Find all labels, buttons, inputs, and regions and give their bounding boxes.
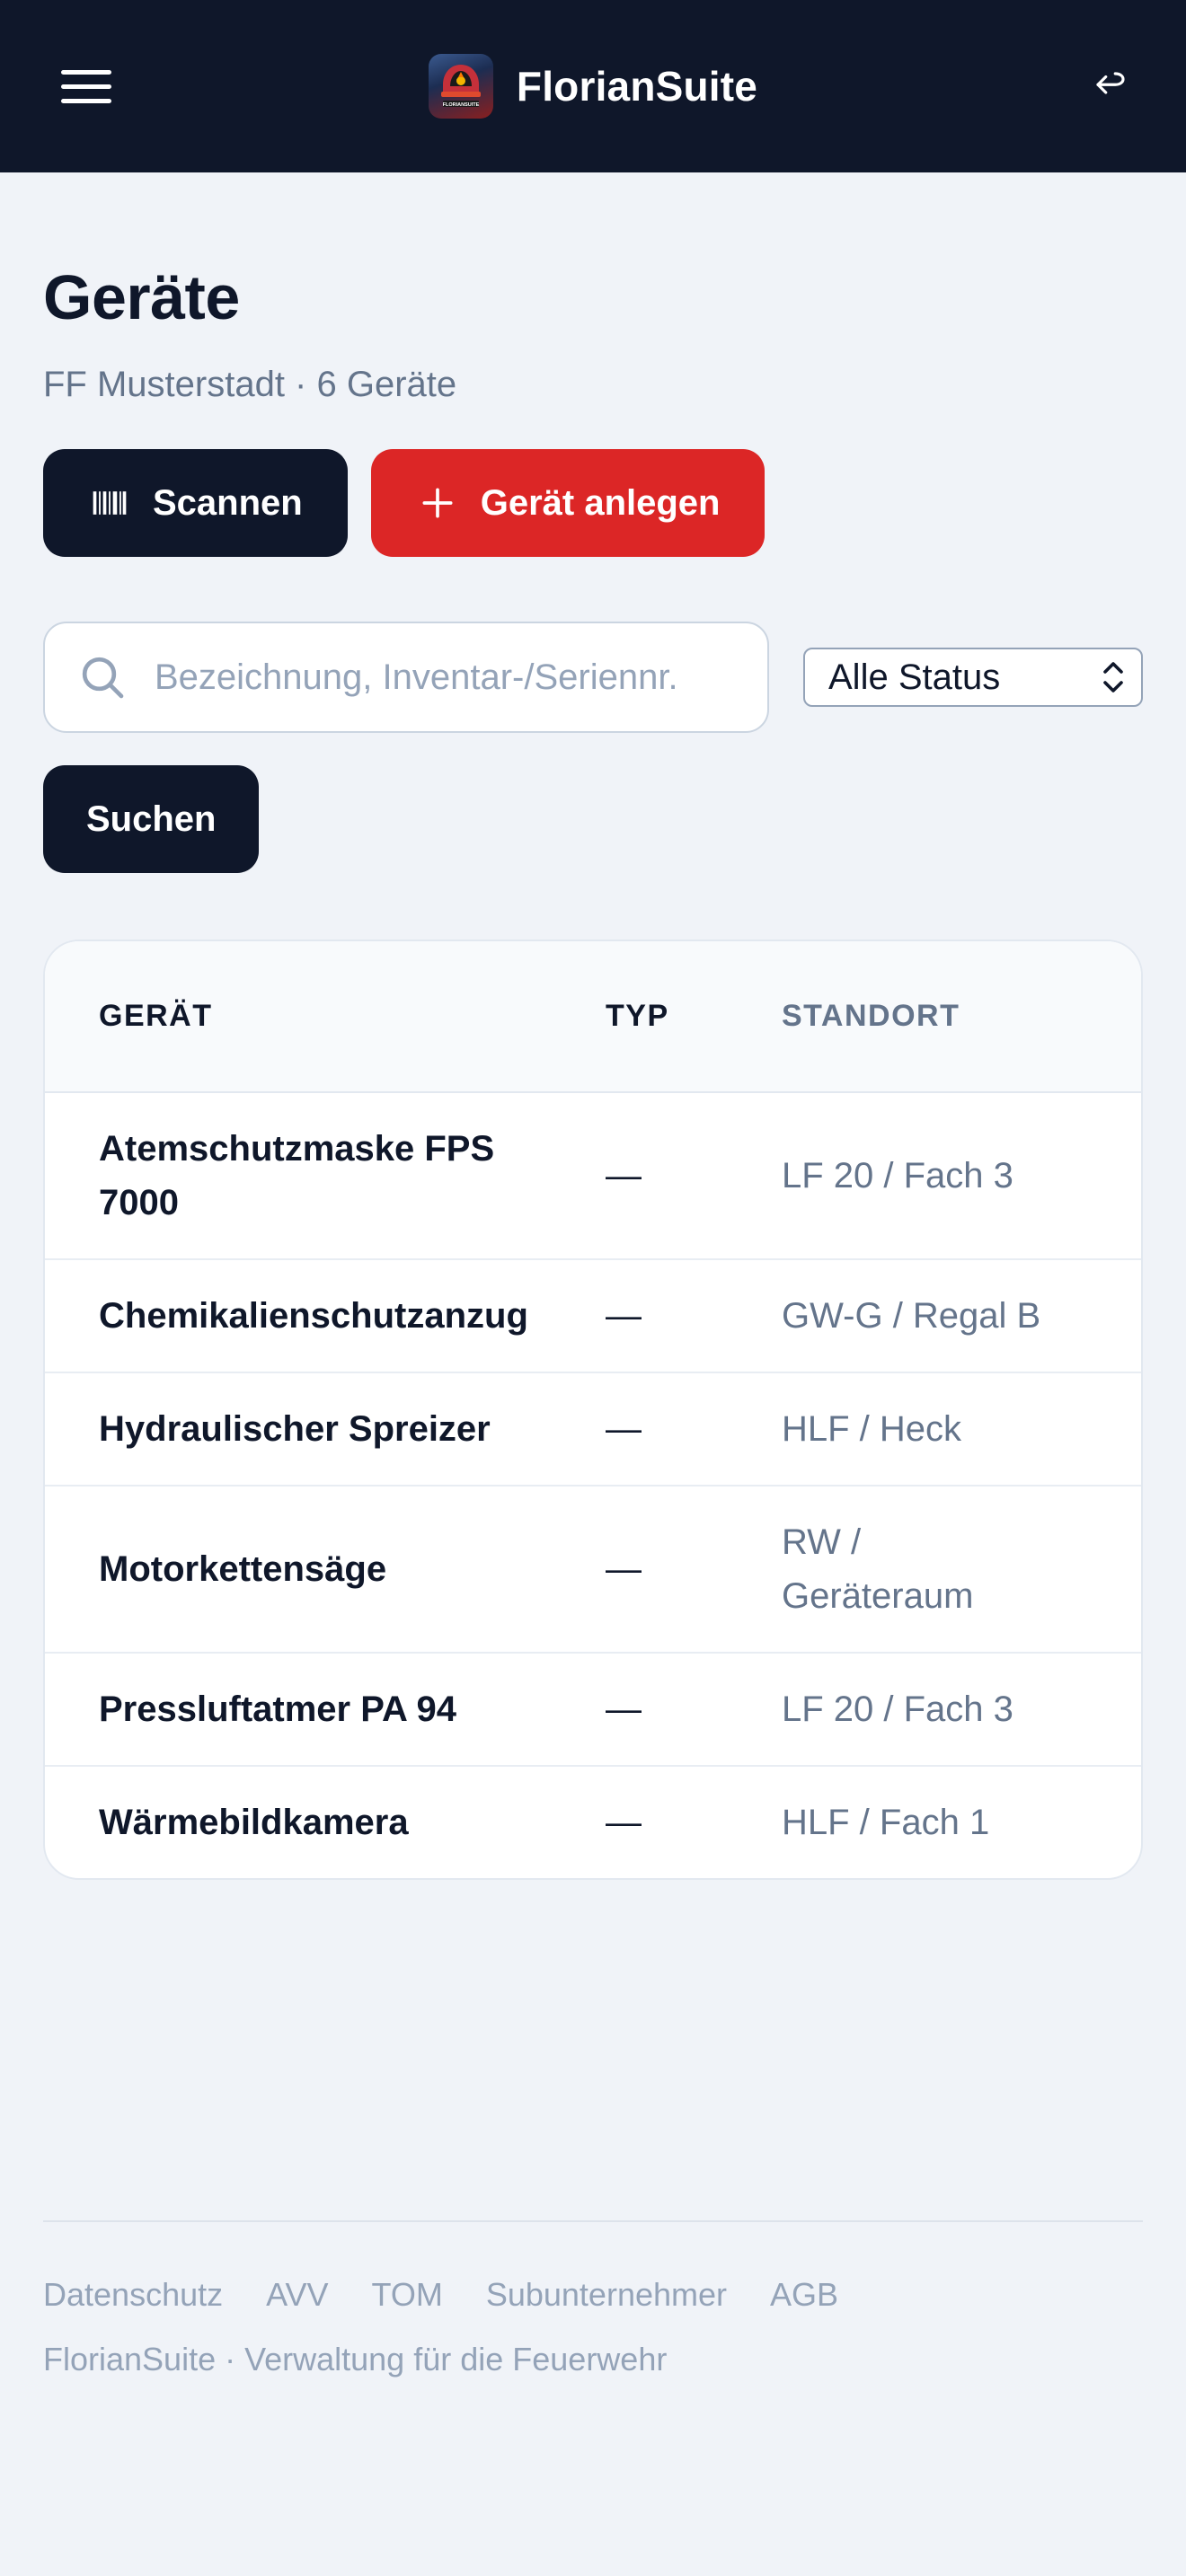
search-box <box>43 622 769 733</box>
page-subtitle: FF Musterstadt · 6 Geräte <box>43 365 457 404</box>
brand[interactable]: FLORIANSUITE FlorianSuite <box>428 54 758 119</box>
device-type: — <box>606 1549 642 1589</box>
device-type: — <box>606 1296 642 1336</box>
fire-helmet-logo-icon: FLORIANSUITE <box>428 54 493 119</box>
brand-name: FlorianSuite <box>516 63 758 110</box>
main-content: Geräte FF Musterstadt · 6 Geräte Scannen… <box>43 172 1143 1880</box>
table-row[interactable]: Wärmebildkamera — HLF / Fach 1 <box>45 1766 1141 1878</box>
action-row: Scannen Gerät anlegen <box>43 449 1143 557</box>
search-button-label: Suchen <box>86 798 217 839</box>
page-title: Geräte <box>43 262 240 332</box>
table-row[interactable]: Hydraulischer Spreizer — HLF / Heck <box>45 1372 1141 1486</box>
menu-icon-line <box>61 84 111 89</box>
status-select-value: Alle Status <box>828 657 1001 697</box>
barcode-icon <box>93 491 127 515</box>
device-name[interactable]: Atemschutzmaske FPS 7000 <box>45 1092 606 1259</box>
devices-table: GERÄT TYP STANDORT Atemschutzmaske FPS 7… <box>45 941 1141 1878</box>
plus-icon <box>422 488 453 518</box>
column-header-name[interactable]: GERÄT <box>45 941 606 1093</box>
column-header-standort[interactable]: STANDORT <box>782 941 1141 1093</box>
device-name[interactable]: Hydraulischer Spreizer <box>45 1372 606 1486</box>
table-row[interactable]: Pressluftatmer PA 94 — LF 20 / Fach 3 <box>45 1653 1141 1766</box>
logo-text: FLORIANSUITE <box>443 102 480 108</box>
device-type: — <box>606 1689 642 1729</box>
menu-button[interactable] <box>50 54 122 119</box>
device-name[interactable]: Chemikalienschutzanzug <box>45 1259 606 1372</box>
menu-icon-line <box>61 98 111 103</box>
footer-links: Datenschutz AVV TOM Subunternehmer AGB <box>43 2276 1143 2314</box>
search-button[interactable]: Suchen <box>43 765 260 873</box>
device-name[interactable]: Motorkettensäge <box>45 1486 606 1653</box>
device-location: HLF / Heck <box>782 1409 962 1449</box>
scan-button[interactable]: Scannen <box>43 449 348 557</box>
device-location: HLF / Fach 1 <box>782 1803 990 1842</box>
return-button[interactable] <box>1084 59 1137 113</box>
search-icon <box>82 657 124 699</box>
footer-link-avv[interactable]: AVV <box>266 2276 328 2314</box>
footer-link-datenschutz[interactable]: Datenschutz <box>43 2276 223 2314</box>
filter-row: Alle Status <box>43 622 1143 733</box>
table-row[interactable]: Atemschutzmaske FPS 7000 — LF 20 / Fach … <box>45 1092 1141 1259</box>
footer-link-tom[interactable]: TOM <box>371 2276 442 2314</box>
device-type: — <box>606 1409 642 1449</box>
chevron-up-down-icon <box>1103 662 1123 693</box>
menu-icon-line <box>61 69 111 75</box>
device-name[interactable]: Wärmebildkamera <box>45 1766 606 1878</box>
footer-link-subunternehmer[interactable]: Subunternehmer <box>486 2276 727 2314</box>
status-select[interactable]: Alle Status <box>803 648 1143 707</box>
devices-table-card: GERÄT TYP STANDORT Atemschutzmaske FPS 7… <box>43 940 1143 1880</box>
search-input[interactable] <box>155 657 739 698</box>
top-bar: FLORIANSUITE FlorianSuite <box>0 0 1186 172</box>
footer-tagline: FlorianSuite · Verwaltung für die Feuerw… <box>43 2341 668 2378</box>
device-name[interactable]: Pressluftatmer PA 94 <box>45 1653 606 1766</box>
device-location: LF 20 / Fach 3 <box>782 1156 1013 1195</box>
table-header-row: GERÄT TYP STANDORT <box>45 941 1141 1093</box>
scan-button-label: Scannen <box>153 482 303 523</box>
table-row[interactable]: Chemikalienschutzanzug — GW-G / Regal B <box>45 1259 1141 1372</box>
device-location: RW / Geräteraum <box>782 1522 974 1616</box>
table-row[interactable]: Motorkettensäge — RW / Geräteraum <box>45 1486 1141 1653</box>
return-arrow-icon <box>1096 72 1125 94</box>
column-header-typ[interactable]: TYP <box>606 941 782 1093</box>
device-location: GW-G / Regal B <box>782 1296 1041 1336</box>
footer-link-agb[interactable]: AGB <box>770 2276 838 2314</box>
add-device-button[interactable]: Gerät anlegen <box>370 449 766 557</box>
device-type: — <box>606 1803 642 1842</box>
device-location: LF 20 / Fach 3 <box>782 1689 1013 1729</box>
add-device-button-label: Gerät anlegen <box>480 482 721 523</box>
footer: Datenschutz AVV TOM Subunternehmer AGB F… <box>43 2220 1143 2378</box>
device-type: — <box>606 1156 642 1195</box>
